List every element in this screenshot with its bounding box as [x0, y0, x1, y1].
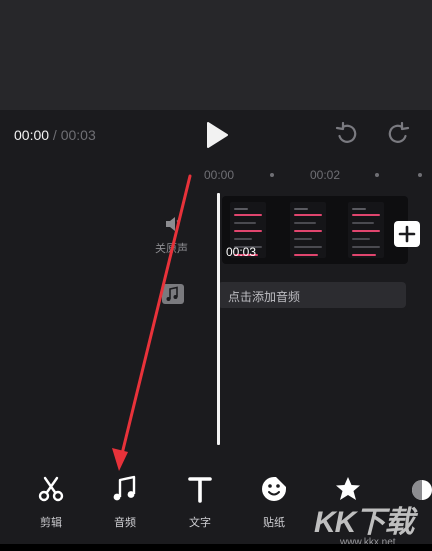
tool-label: 文字: [189, 517, 211, 529]
total-time: 00:03: [60, 127, 96, 143]
ruler-mark: 00:02: [310, 168, 341, 182]
tool-label: 剪辑: [40, 517, 62, 529]
play-icon: [207, 122, 228, 148]
clip-duration: 00:03: [226, 245, 257, 259]
watermark-brand: KK下载: [314, 506, 414, 539]
ruler-dot: [418, 173, 422, 177]
playhead[interactable]: [217, 193, 220, 445]
scissors-icon: [38, 476, 64, 502]
video-preview-area[interactable]: [0, 0, 432, 110]
play-button[interactable]: [204, 121, 230, 149]
mute-original-sound-label[interactable]: 关原声: [155, 240, 188, 256]
add-audio-track[interactable]: 点击添加音频: [218, 282, 406, 308]
sticker-icon: [262, 477, 286, 501]
tool-audio[interactable]: 音频: [95, 474, 155, 534]
text-icon: [188, 477, 212, 503]
add-clip-button[interactable]: [394, 221, 420, 247]
tool-text[interactable]: 文字: [170, 474, 230, 534]
undo-button[interactable]: [335, 121, 359, 146]
system-bottom-bar: [0, 544, 432, 551]
redo-button[interactable]: [386, 121, 410, 146]
time-display: 00:00 / 00:03: [14, 127, 96, 143]
ruler-dot: [270, 173, 274, 177]
undo-icon: [335, 121, 357, 143]
music-note-icon: [113, 475, 136, 501]
tool-sticker[interactable]: 贴纸: [244, 474, 304, 534]
tool-edit[interactable]: 剪辑: [21, 474, 81, 534]
redo-icon: [388, 121, 410, 143]
music-track-icon: [162, 284, 184, 304]
clip-thumbnail: [348, 202, 384, 258]
current-time: 00:00: [14, 127, 50, 143]
ruler-mark: 00:00: [204, 168, 235, 182]
tool-label: 贴纸: [263, 517, 285, 529]
plus-icon: [398, 225, 416, 243]
ruler-dot: [375, 173, 379, 177]
tool-label: 音频: [114, 517, 136, 529]
clip-thumbnail: [290, 202, 326, 258]
time-separator: /: [49, 127, 61, 143]
add-audio-label: 点击添加音频: [228, 290, 301, 304]
speaker-icon[interactable]: [163, 214, 183, 234]
